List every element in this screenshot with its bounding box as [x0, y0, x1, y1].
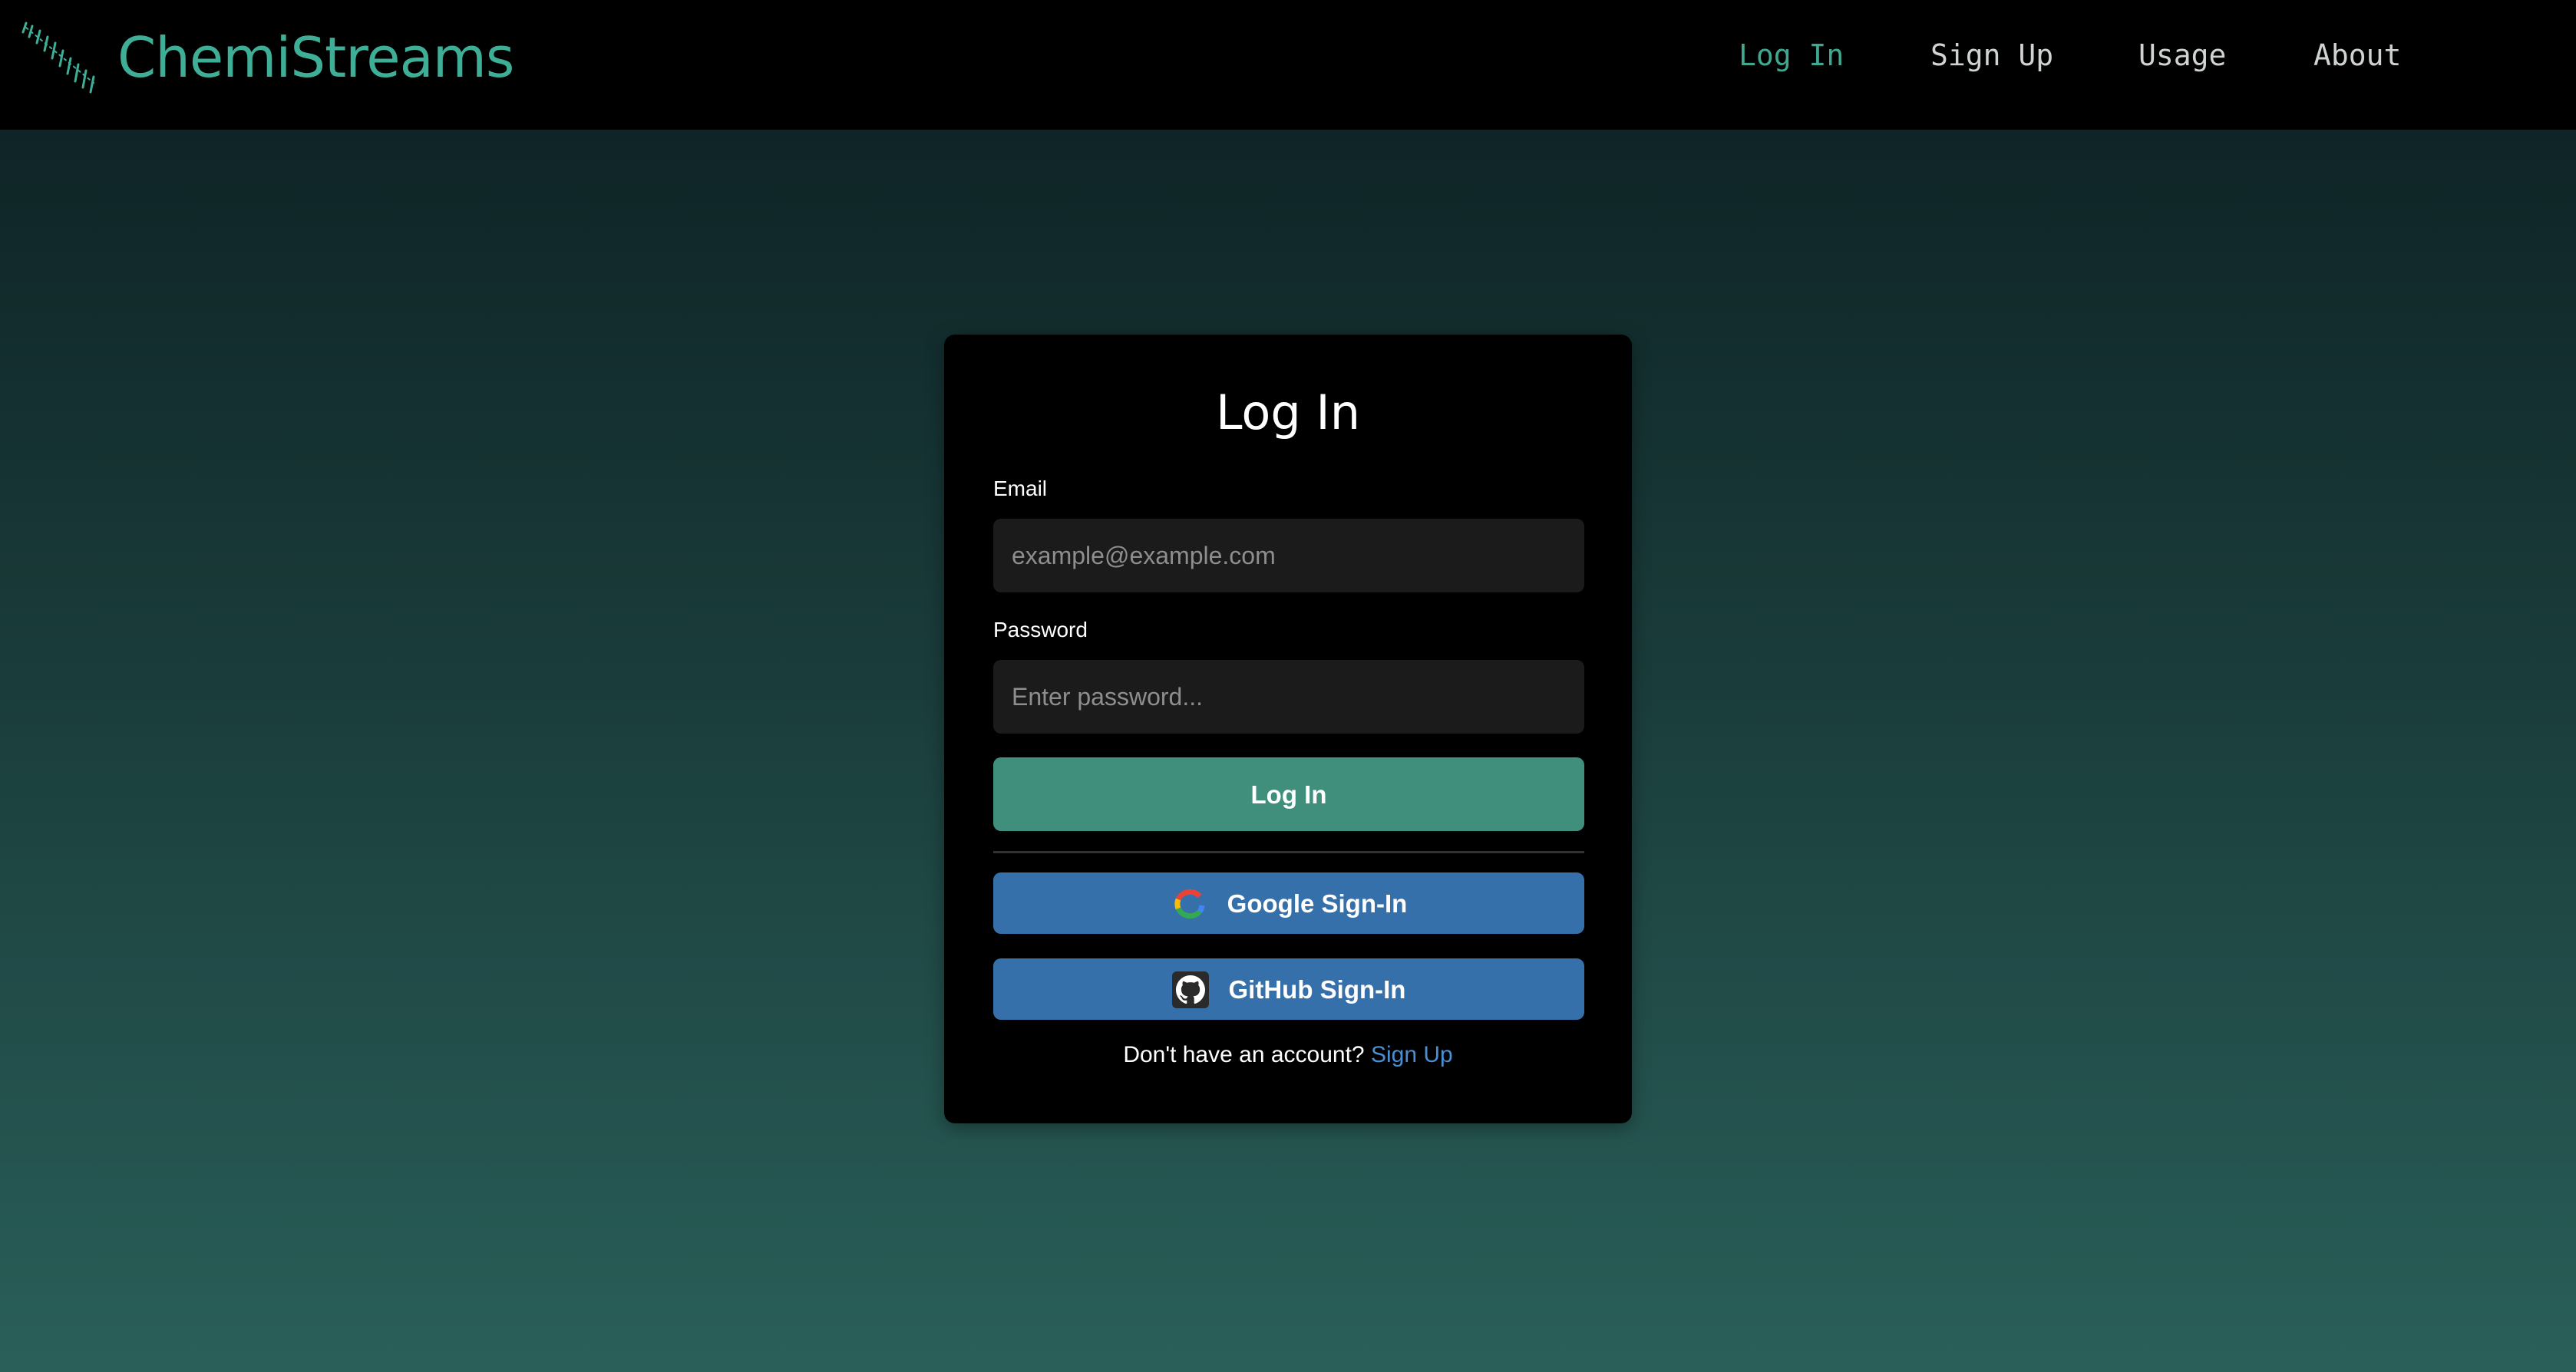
molecule-stream-icon[interactable] — [20, 15, 101, 97]
login-card: Log In Email Password Log In Google Sign… — [944, 335, 1632, 1123]
email-label: Email — [993, 477, 1048, 500]
github-icon — [1171, 971, 1209, 1008]
nav-signup[interactable]: Sign Up — [1930, 35, 2053, 75]
nav-about[interactable]: About — [2313, 35, 2401, 75]
login-button[interactable]: Log In — [993, 757, 1584, 831]
google-icon — [1174, 889, 1205, 919]
github-signin-button[interactable]: GitHub Sign-In — [993, 958, 1584, 1020]
brand-name[interactable]: ChemiStreams — [117, 23, 514, 92]
no-account-text: Don't have an account? — [1123, 1042, 1365, 1067]
password-label: Password — [993, 618, 1088, 641]
divider — [993, 851, 1584, 853]
email-field[interactable] — [993, 519, 1584, 592]
google-signin-label: Google Sign-In — [1227, 889, 1408, 918]
top-navbar: ChemiStreams Log In Sign Up Usage About — [0, 0, 2576, 130]
nav-login[interactable]: Log In — [1739, 35, 1844, 75]
password-field[interactable] — [993, 660, 1584, 734]
login-title: Log In — [1215, 384, 1361, 440]
github-signin-label: GitHub Sign-In — [1228, 975, 1406, 1004]
signup-link[interactable]: Sign Up — [1371, 1042, 1453, 1067]
nav-usage[interactable]: Usage — [2138, 35, 2226, 75]
google-signin-button[interactable]: Google Sign-In — [993, 872, 1584, 934]
signup-prompt: Don't have an account? Sign Up — [944, 1041, 1632, 1069]
